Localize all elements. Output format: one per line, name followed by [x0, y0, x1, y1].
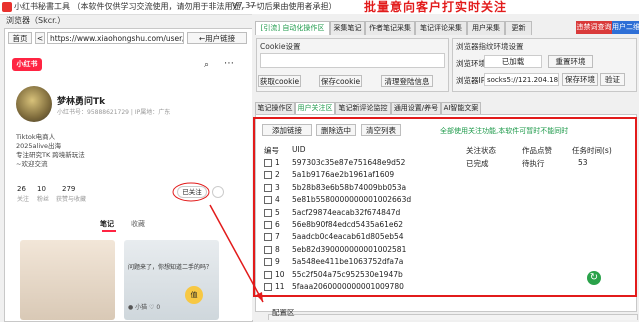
tab-notes[interactable]: 笔记 — [100, 219, 114, 229]
clear-login-button[interactable]: 清理登陆信息 — [381, 75, 433, 87]
user-qrcode-button[interactable]: 用户二维码 — [612, 21, 639, 34]
tab-comment-monitor[interactable]: 笔记新评论监控 — [335, 102, 391, 114]
tab-ai-copy[interactable]: AI智能文案 — [441, 102, 481, 114]
stat-followers-count: 10 — [37, 185, 46, 193]
tab-note-comments[interactable]: 笔记评论采集 — [415, 21, 467, 35]
version-label: V7.37 — [232, 1, 256, 10]
back-button[interactable]: < — [35, 32, 45, 44]
address-input[interactable]: https://www.xiaohongshu.com/user/p — [47, 32, 184, 44]
app-icon — [2, 2, 12, 12]
stat-likes-count: 279 — [62, 185, 76, 193]
highlight-box — [253, 117, 637, 297]
window-title: 小红书秘書工具 （本软件仅供学习交流使用，请勿用于非法用途，一切后果由使用者承担… — [14, 2, 337, 11]
reset-env-button[interactable]: 重置环境 — [548, 55, 593, 68]
env-status-field[interactable]: 已加载 — [484, 55, 542, 68]
tab-favorites[interactable]: 收藏 — [131, 219, 145, 229]
cookie-settings-label: Cookie设置 — [260, 42, 301, 51]
stat-likes-label: 获赞与收藏 — [56, 196, 87, 203]
config-group — [268, 314, 638, 320]
more-icon[interactable]: ⋯ — [224, 58, 234, 69]
avatar[interactable] — [16, 86, 52, 122]
stat-following-count: 26 — [17, 185, 26, 193]
forbidden-word-query-button[interactable]: 违禁词查询 — [576, 21, 612, 34]
browser-ip-label: 浏览器IP: — [456, 76, 488, 85]
tab-user-collect[interactable]: 用户采集 — [467, 21, 505, 35]
search-icon[interactable]: ⌕ — [204, 60, 209, 70]
config-label: 配置区 — [272, 308, 295, 317]
tab-general-settings[interactable]: 通用设置/养号 — [391, 102, 441, 114]
get-cookie-button[interactable]: 获取cookie — [258, 75, 301, 87]
note-meta: ● 小猫 ♡ 0 — [128, 304, 161, 311]
tab-automation[interactable]: [引流] 自动化操作区 — [255, 21, 330, 35]
followed-button[interactable]: 已关注 — [177, 186, 207, 198]
profile-bio-line: ~欢迎交流 — [16, 160, 48, 168]
home-button[interactable]: 首页 — [8, 32, 32, 44]
tab-active-indicator — [102, 230, 116, 232]
browser-label: 浏览器（Skcr.） — [6, 16, 66, 25]
user-link-button[interactable]: ←用户链接 — [187, 32, 247, 44]
profile-id: 小红书号：95888621729 | IP属地：广东 — [57, 109, 171, 116]
note-thumbnail-text: 问题来了，你想知道二手的吗？ — [128, 264, 213, 271]
xhs-logo[interactable]: 小红书 — [12, 58, 42, 71]
message-icon[interactable] — [212, 186, 224, 198]
save-cookie-button[interactable]: 保存cookie — [319, 75, 362, 87]
tab-author-notes[interactable]: 作者笔记采集 — [365, 21, 415, 35]
stat-followers-label: 粉丝 — [37, 196, 50, 203]
overlay-caption: 批量意向客户打实时关注 — [364, 0, 508, 14]
tab-update[interactable]: 更新 — [505, 21, 532, 35]
env-settings-label: 浏览器指纹环境设置 — [456, 42, 524, 51]
note-thumbnail[interactable] — [20, 240, 115, 320]
cookie-input[interactable] — [260, 53, 445, 68]
profile-nickname: 梦林勇问Tk — [57, 97, 106, 107]
stat-following-label: 关注 — [17, 196, 30, 203]
save-env-button[interactable]: 保存环境 — [562, 73, 598, 86]
tab-user-follow[interactable]: 用户关注区 — [295, 102, 335, 114]
refresh-icon[interactable]: ↻ — [587, 271, 601, 285]
tab-note-ops[interactable]: 笔记操作区 — [255, 102, 295, 114]
verify-button[interactable]: 验证 — [600, 73, 625, 86]
browser-ip-input[interactable]: socks5://121.204.18 — [484, 73, 559, 86]
tab-collect-notes[interactable]: 采集笔记 — [330, 21, 365, 35]
note-sticker: 值 — [185, 286, 203, 304]
